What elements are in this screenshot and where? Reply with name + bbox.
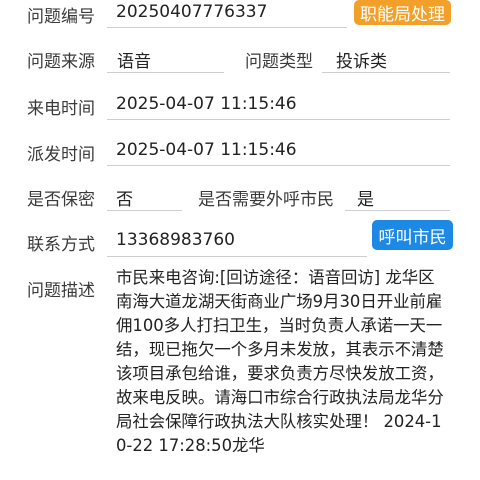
problem-type-underline <box>322 72 450 73</box>
problem-type-value: 投诉类 <box>336 52 387 72</box>
problem-no-value: 20250407776337 <box>116 2 268 22</box>
problem-source-underline <box>107 72 224 73</box>
problem-source-value: 语音 <box>117 52 151 72</box>
problem-no-label: 问题编号 <box>27 7 95 27</box>
dispatch-time-label: 派发时间 <box>27 145 95 165</box>
confidential-label: 是否保密 <box>27 190 95 210</box>
problem-source-label: 问题来源 <box>27 52 95 72</box>
description-label: 问题描述 <box>27 281 95 301</box>
contact-label: 联系方式 <box>27 235 95 255</box>
description-text: 市民来电咨询:[回访途径：语音回访] 龙华区南海大道龙湖天街商业广场9月30日开… <box>116 268 444 455</box>
call-citizen-button[interactable]: 呼叫市民 <box>372 220 453 250</box>
problem-no-underline <box>107 27 347 28</box>
problem-type-label: 问题类型 <box>245 52 313 72</box>
call-time-underline <box>107 119 450 120</box>
contact-underline <box>107 256 367 257</box>
dispatch-time-underline <box>107 165 450 166</box>
callback-needed-value: 是 <box>357 190 374 210</box>
contact-value: 13368983760 <box>116 230 235 250</box>
call-time-value: 2025-04-07 11:15:46 <box>116 94 297 114</box>
callback-needed-label: 是否需要外呼市民 <box>198 190 334 210</box>
dispatch-time-value: 2025-04-07 11:15:46 <box>116 140 297 160</box>
confidential-underline <box>107 210 182 211</box>
dispatch-bureau-button[interactable]: 职能局处理 <box>354 0 451 25</box>
call-time-label: 来电时间 <box>27 99 95 119</box>
confidential-value: 否 <box>116 190 133 210</box>
callback-needed-underline <box>345 210 450 211</box>
